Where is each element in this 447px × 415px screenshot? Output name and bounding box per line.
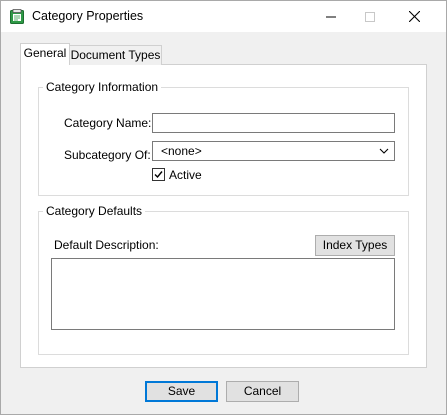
subcategory-selected-value: <none> <box>161 144 202 158</box>
checkmark-icon <box>154 171 163 179</box>
cancel-button[interactable]: Cancel <box>226 381 299 402</box>
category-name-input[interactable] <box>152 113 395 133</box>
category-name-label: Category Name: <box>64 116 152 130</box>
close-button[interactable] <box>391 1 437 32</box>
subcategory-dropdown[interactable]: <none> <box>152 141 395 161</box>
active-checkbox-label[interactable]: Active <box>169 168 202 182</box>
chevron-down-icon <box>379 148 389 154</box>
subcategory-label: Subcategory Of: <box>64 148 151 162</box>
default-description-label: Default Description: <box>54 238 159 252</box>
app-icon <box>10 9 24 24</box>
tab-general[interactable]: General <box>20 43 70 65</box>
close-icon <box>408 11 420 22</box>
category-information-legend: Category Information <box>43 80 162 94</box>
index-types-button[interactable]: Index Types <box>315 235 395 256</box>
dialog-window: Category Properties General Document Typ… <box>0 0 447 415</box>
tab-document-types[interactable]: Document Types <box>70 45 162 65</box>
maximize-icon <box>365 11 375 22</box>
minimize-icon <box>326 16 336 17</box>
default-description-textarea[interactable] <box>51 258 395 330</box>
save-button[interactable]: Save <box>145 381 218 402</box>
active-checkbox[interactable] <box>152 168 165 181</box>
category-defaults-legend: Category Defaults <box>43 204 146 218</box>
maximize-button[interactable] <box>347 1 393 32</box>
window-title: Category Properties <box>32 9 144 23</box>
title-bar[interactable]: Category Properties <box>1 1 446 32</box>
